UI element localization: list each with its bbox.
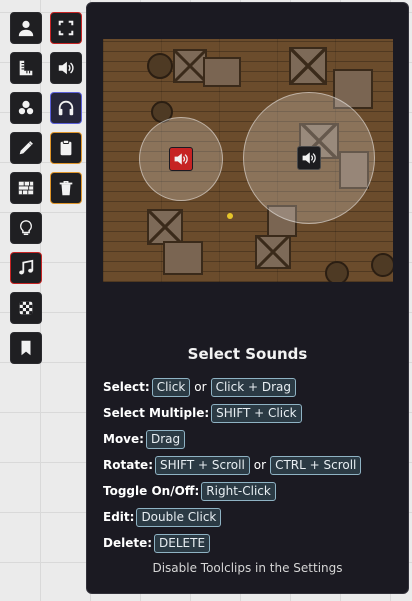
music-note-icon — [19, 259, 34, 275]
cursor-marker — [227, 213, 233, 219]
key-hint: Right-Click — [201, 481, 276, 501]
tiles-tool-button[interactable] — [10, 292, 42, 324]
separator-text: or — [253, 458, 267, 472]
trash-icon — [59, 181, 73, 196]
toolclip-panel: Select Sounds Select: Click or Click + D… — [86, 2, 409, 594]
preview-sound-button[interactable] — [50, 92, 82, 124]
instruction-label: Select Multiple: — [103, 406, 210, 420]
speaker-icon — [302, 152, 316, 164]
toolclip-preview-image — [103, 39, 393, 282]
shapes-icon — [17, 100, 35, 116]
instruction-label: Toggle On/Off: — [103, 484, 200, 498]
instruction-row-delete: Delete: DELETE — [103, 533, 211, 553]
expand-select-icon — [58, 20, 74, 36]
notes-tool-button[interactable] — [10, 332, 42, 364]
person-icon — [18, 20, 34, 37]
instruction-label: Move: — [103, 432, 144, 446]
instruction-label: Select: — [103, 380, 150, 394]
instruction-row-rotate: Rotate: SHIFT + Scroll or CTRL + Scroll — [103, 455, 362, 475]
key-hint: SHIFT + Scroll — [155, 455, 250, 475]
shapes-tool-button[interactable] — [10, 92, 42, 124]
clear-sounds-button[interactable] — [50, 172, 82, 204]
key-hint: CTRL + Scroll — [270, 455, 362, 475]
key-hint: Click + Drag — [210, 377, 296, 397]
speaker-icon — [174, 153, 188, 165]
checkerboard-icon — [19, 301, 33, 315]
sound-source-selected[interactable] — [169, 147, 193, 171]
key-hint: SHIFT + Click — [211, 403, 302, 423]
ruler-icon — [19, 60, 33, 76]
headphones-icon — [58, 100, 74, 116]
select-sounds-button[interactable] — [50, 12, 82, 44]
measure-tool-button[interactable] — [10, 52, 42, 84]
instruction-row-move: Move: Drag — [103, 429, 186, 449]
instruction-row-edit: Edit: Double Click — [103, 507, 222, 527]
speaker-icon — [58, 61, 74, 75]
sounds-tool-button[interactable] — [10, 252, 42, 284]
key-hint: Drag — [145, 429, 186, 449]
key-hint: DELETE — [154, 533, 211, 553]
wall-tool-button[interactable] — [10, 172, 42, 204]
brick-wall-icon — [18, 181, 34, 195]
key-hint: Double Click — [136, 507, 222, 527]
token-tool-button[interactable] — [10, 12, 42, 44]
draw-tool-button[interactable] — [10, 132, 42, 164]
key-hint: Click — [151, 377, 191, 397]
paste-sound-button[interactable] — [50, 132, 82, 164]
separator-text: or — [194, 380, 207, 394]
clipboard-icon — [60, 139, 72, 156]
toolclip-settings-hint: Disable Toolclips in the Settings — [152, 561, 343, 575]
instruction-label: Delete: — [103, 536, 153, 550]
lightbulb-icon — [20, 220, 32, 236]
bookmark-icon — [21, 340, 31, 356]
sound-source[interactable] — [297, 146, 321, 170]
instruction-label: Rotate: — [103, 458, 153, 472]
instruction-row-toggle: Toggle On/Off: Right-Click — [103, 481, 276, 501]
pencil-icon — [19, 141, 33, 155]
toolclip-title: Select Sounds — [187, 345, 308, 363]
place-sound-button[interactable] — [50, 52, 82, 84]
instruction-label: Edit: — [103, 510, 135, 524]
instruction-row-select-multiple: Select Multiple: SHIFT + Click — [103, 403, 302, 423]
lighting-tool-button[interactable] — [10, 212, 42, 244]
instruction-row-select: Select: Click or Click + Drag — [103, 377, 296, 397]
